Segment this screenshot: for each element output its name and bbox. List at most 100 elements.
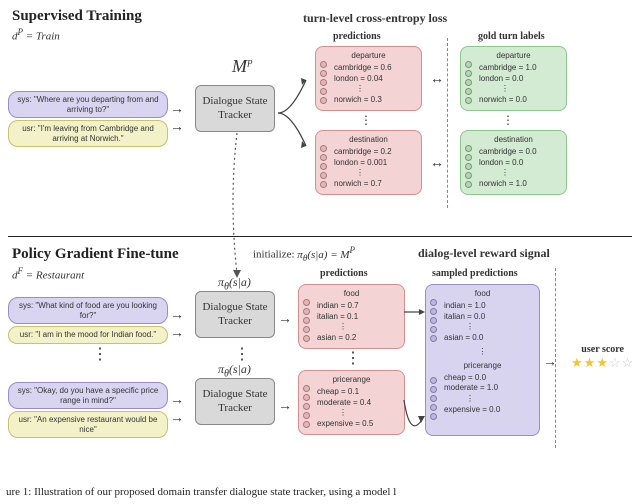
policy-domain: dF = Restaurant (12, 266, 84, 282)
gold-header: gold turn labels (478, 31, 545, 42)
mp-p: P (247, 58, 253, 68)
slot-name: departure (467, 51, 560, 62)
slot-name: food (305, 289, 398, 300)
mp-m: M (232, 56, 247, 76)
slot-row: italian = 0.0 (444, 312, 533, 323)
pi-label: πθ(s|a) (218, 362, 251, 379)
init-label: initialize: πθ(s|a) = MP (253, 245, 355, 263)
slot-name: destination (322, 135, 415, 146)
top-utterances: sys: "Where are you departing from and a… (8, 89, 168, 149)
slot-row: asian = 0.2 (317, 333, 398, 344)
dialogue-state-tracker: Dialogue State Tracker (195, 85, 275, 132)
usr-utterance: usr: "An expensive restaurant would be n… (8, 411, 168, 438)
slot-row: london = 0.0 (479, 74, 560, 85)
slot-row: italian = 0.1 (317, 312, 398, 323)
prediction-food: food indian = 0.7 italian = 0.1 ⋮ asian … (298, 284, 405, 349)
gold-destination: destination cambridge = 0.0 london = 0.0… (460, 130, 567, 195)
formula-f: F (18, 266, 24, 276)
slot-row: indian = 0.7 (317, 301, 398, 312)
slot-name: pricerange (432, 361, 533, 372)
star-icon: ☆ (609, 355, 622, 370)
slot-row: london = 0.04 (334, 74, 415, 85)
vdots: ⋮ (502, 113, 514, 127)
sys-utterance: sys: "Okay, do you have a specific price… (8, 382, 168, 409)
arrow-bi-icon: ↔ (430, 70, 444, 86)
slot-name: pricerange (305, 375, 398, 386)
supervised-title-text: Supervised Training (12, 8, 142, 24)
arrow-bi-icon: ↔ (430, 154, 444, 170)
arrow-right-icon: → (170, 100, 184, 116)
gold-departure: departure cambridge = 1.0 london = 0.0 ⋮… (460, 46, 567, 111)
loss-label: turn-level cross-entropy loss (303, 11, 447, 26)
prediction-destination: destination cambridge = 0.2 london = 0.0… (315, 130, 422, 195)
vdots: ⋮ (360, 113, 372, 127)
section-divider (8, 236, 632, 237)
slot-row: cheap = 0.1 (317, 387, 398, 398)
slot-row: london = 0.001 (334, 158, 415, 169)
arrow-right-icon: → (278, 397, 292, 413)
bottom-utterances-1: sys: "What kind of food are you looking … (8, 295, 168, 346)
slot-row: cambridge = 1.0 (479, 63, 560, 74)
prediction-departure: departure cambridge = 0.6 london = 0.04 … (315, 46, 422, 111)
slot-row: cambridge = 0.0 (479, 147, 560, 158)
star-rating: ★★★☆☆ (571, 355, 634, 371)
dialogue-state-tracker: Dialogue State Tracker (195, 378, 275, 425)
figure-caption: ure 1: Illustration of our proposed doma… (6, 486, 396, 498)
slot-row: moderate = 1.0 (444, 383, 533, 394)
slot-row: cheap = 0.0 (444, 373, 533, 384)
init-sup: P (350, 245, 356, 255)
usr-utterance: usr: "I am in the mood for Indian food." (8, 326, 168, 344)
vdots: ⋮ (234, 344, 250, 364)
formula-train: = Train (26, 31, 60, 43)
slot-row: cambridge = 0.6 (334, 63, 415, 74)
policy-title: Policy Gradient Fine-tune (12, 246, 179, 263)
star-icon: ☆ (622, 355, 635, 370)
arrow-right-icon: → (278, 310, 292, 326)
vdots: ⋮ (92, 344, 108, 364)
dialogue-state-tracker: Dialogue State Tracker (195, 291, 275, 338)
policy-title-text: Policy Gradient Fine-tune (12, 246, 179, 262)
slot-row: cambridge = 0.2 (334, 147, 415, 158)
slot-name: destination (467, 135, 560, 146)
branch-arrows-icon (276, 68, 316, 158)
sample-arrow-icon (398, 300, 432, 450)
arrow-right-icon: → (170, 306, 184, 322)
sampled-header: sampled predictions (432, 268, 518, 279)
user-score: user score ★★★☆☆ (571, 344, 634, 371)
init-text: initialize: (253, 249, 297, 261)
supervised-title: Supervised Training (12, 8, 142, 25)
pi-label: πθ(s|a) (218, 275, 251, 292)
star-icon: ★ (584, 355, 597, 370)
slot-name: food (432, 289, 533, 300)
star-icon: ★ (596, 355, 609, 370)
formula-p: P (18, 27, 24, 37)
mp-symbol: MP (232, 56, 253, 77)
user-score-label: user score (571, 344, 634, 355)
star-icon: ★ (571, 355, 584, 370)
arrow-right-icon: → (170, 324, 184, 340)
predictions-header: predictions (333, 31, 381, 42)
slot-row: norwich = 0.3 (334, 95, 415, 106)
slot-row: norwich = 0.7 (334, 179, 415, 190)
predictions-header-bottom: predictions (320, 268, 368, 279)
sys-utterance: sys: "Where are you departing from and a… (8, 91, 168, 118)
arrow-right-icon: → (543, 353, 557, 369)
slot-row: norwich = 0.0 (479, 95, 560, 106)
arrow-right-icon: → (170, 391, 184, 407)
slot-row: expensive = 0.5 (317, 419, 398, 430)
sampled-predictions: food indian = 1.0 italian = 0.0 ⋮ asian … (425, 284, 540, 436)
slot-row: expensive = 0.0 (444, 405, 533, 416)
slot-row: london = 0.0 (479, 158, 560, 169)
sys-utterance: sys: "What kind of food are you looking … (8, 297, 168, 324)
slot-row: norwich = 1.0 (479, 179, 560, 190)
dashed-divider (447, 38, 448, 208)
formula-restaurant: = Restaurant (26, 270, 84, 282)
slot-row: indian = 1.0 (444, 301, 533, 312)
vdots: ⋮ (345, 348, 361, 368)
bottom-utterances-2: sys: "Okay, do you have a specific price… (8, 380, 168, 440)
slot-row: moderate = 0.4 (317, 398, 398, 409)
prediction-pricerange: pricerange cheap = 0.1 moderate = 0.4 ⋮ … (298, 370, 405, 435)
slot-row: asian = 0.0 (444, 333, 533, 344)
slot-name: departure (322, 51, 415, 62)
arrow-right-icon: → (170, 118, 184, 134)
